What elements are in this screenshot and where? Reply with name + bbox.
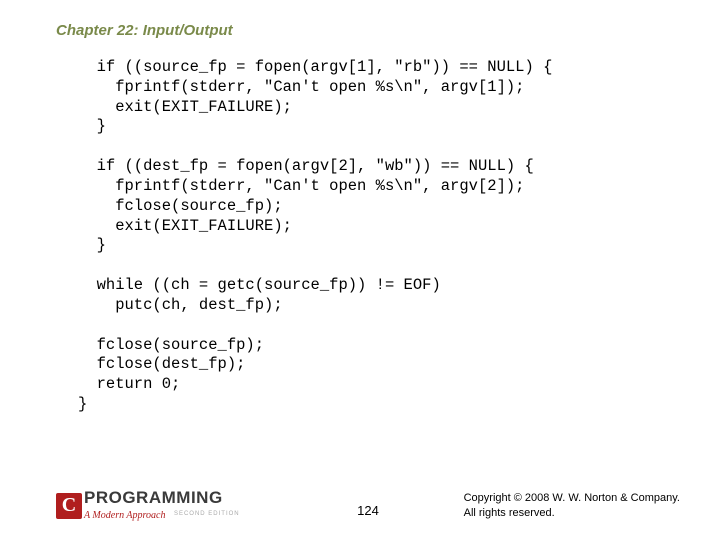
- logo-text: PROGRAMMING A Modern Approach SECOND EDI…: [84, 489, 240, 522]
- page-number: 124: [357, 503, 379, 518]
- logo-main-text: PROGRAMMING: [84, 489, 240, 506]
- logo-subtitle: A Modern Approach: [84, 510, 165, 521]
- logo-c-icon: C: [56, 493, 82, 519]
- copyright-notice: Copyright © 2008 W. W. Norton & Company.…: [464, 491, 680, 520]
- copyright-line-2: All rights reserved.: [464, 506, 680, 520]
- slide-footer: C PROGRAMMING A Modern Approach SECOND E…: [56, 489, 680, 522]
- chapter-title: Chapter 22: Input/Output: [56, 22, 233, 39]
- code-listing: if ((source_fp = fopen(argv[1], "rb")) =…: [78, 58, 552, 415]
- logo-edition: SECOND EDITION: [174, 511, 240, 517]
- book-logo: C PROGRAMMING A Modern Approach SECOND E…: [56, 489, 240, 522]
- copyright-line-1: Copyright © 2008 W. W. Norton & Company.: [464, 491, 680, 505]
